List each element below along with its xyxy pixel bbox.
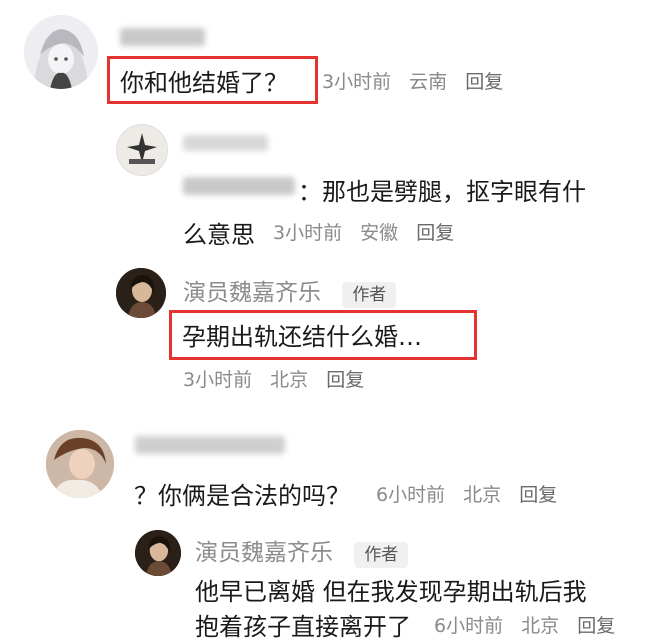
avatar[interactable] [135, 530, 181, 576]
person-avatar-icon [116, 268, 166, 318]
comment-time: 3小时前 [273, 222, 343, 244]
author-badge: 作者 [354, 542, 409, 568]
anime-avatar-icon [24, 15, 98, 89]
comment-text: 他早已离婚 但在我发现孕期出轨后我 [195, 578, 587, 606]
comment-location: 云南 [409, 71, 448, 93]
comment-meta: 6小时前 北京 回复 [434, 611, 627, 638]
comment-location: 北京 [463, 484, 502, 506]
blurred-username [183, 135, 268, 151]
author-name-line: 演员魏嘉齐乐 作者 [183, 273, 397, 308]
username[interactable]: 演员魏嘉齐乐 [195, 540, 333, 566]
comment-location: 北京 [521, 615, 560, 637]
comment-meta: 3小时前 云南 回复 [322, 67, 515, 94]
comment-text-line2: 么意思 [183, 221, 255, 249]
reply-button[interactable]: 回复 [519, 484, 557, 506]
reply-button[interactable]: 回复 [577, 615, 615, 637]
blurred-username [135, 436, 285, 454]
comment-meta: 3小时前 北京 回复 [183, 365, 376, 392]
avatar[interactable] [24, 15, 98, 89]
logo-avatar-icon [117, 125, 167, 175]
comment-time: 3小时前 [183, 369, 253, 391]
avatar[interactable] [116, 268, 166, 318]
comment-text: 你和他结婚了？ [120, 69, 288, 97]
comment-text: ：那也是劈腿，抠字眼有什 [298, 178, 586, 206]
comment-meta: 3小时前 安徽 回复 [273, 218, 466, 245]
reply-button[interactable]: 回复 [326, 369, 364, 391]
reply-button[interactable]: 回复 [465, 71, 503, 93]
comment-meta: 6小时前 北京 回复 [376, 480, 569, 507]
author-badge: 作者 [342, 282, 397, 308]
avatar[interactable] [46, 430, 114, 498]
reply-button[interactable]: 回复 [416, 222, 454, 244]
person-avatar-icon [46, 430, 114, 498]
comment-text-line2: 抱着孩子直接离开了 [195, 613, 411, 641]
avatar[interactable] [116, 124, 168, 176]
comment-location: 北京 [270, 369, 309, 391]
comment-time: 6小时前 [434, 615, 504, 637]
comment-time: 6小时前 [376, 484, 446, 506]
blurred-mention [183, 177, 295, 195]
blurred-username [120, 28, 205, 46]
username[interactable]: 演员魏嘉齐乐 [183, 280, 321, 306]
comment-text: ？你俩是合法的吗？ [134, 482, 350, 510]
person-avatar-icon [135, 530, 181, 576]
author-name-line: 演员魏嘉齐乐 作者 [195, 533, 409, 568]
comment-location: 安徽 [360, 222, 399, 244]
comment-text: 孕期出轨还结什么婚… [182, 323, 422, 351]
comment-time: 3小时前 [322, 71, 392, 93]
